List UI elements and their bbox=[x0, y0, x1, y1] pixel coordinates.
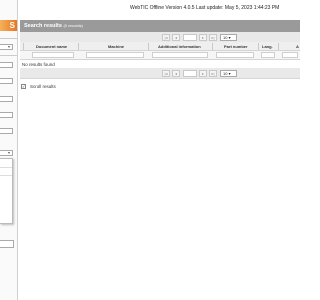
search-results-header: Search results (0 records) bbox=[20, 20, 300, 32]
last-page-button[interactable]: ▸| bbox=[209, 70, 217, 77]
app-header-title: WebTIC Offline Version 4.0.5 Last update… bbox=[130, 5, 280, 11]
sidebar-button[interactable] bbox=[0, 240, 14, 248]
results-count: (0 records) bbox=[63, 23, 83, 28]
brand-logo: S bbox=[0, 20, 17, 31]
column-additional-information[interactable]: Additional information bbox=[158, 44, 201, 49]
filter-extra[interactable] bbox=[282, 52, 298, 58]
page-number-input[interactable] bbox=[183, 34, 197, 41]
column-language[interactable]: Lang. bbox=[262, 44, 273, 49]
chevron-down-icon: ▾ bbox=[8, 150, 11, 155]
sidebar-divider bbox=[0, 55, 17, 56]
page-number-input[interactable] bbox=[183, 70, 197, 77]
pagination-bottom: |◂ ◂ ▸ ▸| 10 ▾ bbox=[20, 68, 300, 79]
chevron-down-icon: ▾ bbox=[8, 44, 11, 49]
scroll-results-label: Scroll results bbox=[30, 84, 56, 89]
column-separator bbox=[148, 43, 149, 50]
dropdown-option-divider bbox=[0, 167, 12, 168]
sidebar-input-2[interactable] bbox=[0, 78, 13, 84]
search-sidebar: S ▾ ▾ bbox=[0, 0, 18, 300]
results-filter-row bbox=[20, 51, 300, 60]
column-separator bbox=[212, 43, 213, 50]
filter-machine[interactable] bbox=[86, 52, 144, 58]
filter-document-name[interactable] bbox=[32, 52, 74, 58]
column-separator bbox=[278, 43, 279, 50]
column-machine[interactable]: Machine bbox=[108, 44, 124, 49]
sidebar-dropdown-list[interactable] bbox=[0, 158, 13, 224]
column-part-number[interactable]: Part number bbox=[224, 44, 248, 49]
sidebar-input-5[interactable] bbox=[0, 128, 13, 134]
sidebar-divider bbox=[0, 38, 17, 39]
page-size-select[interactable]: 10 ▾ bbox=[220, 70, 237, 77]
first-page-button[interactable]: |◂ bbox=[162, 70, 170, 77]
first-page-button[interactable]: |◂ bbox=[162, 34, 170, 41]
sidebar-input-1[interactable] bbox=[0, 62, 13, 68]
sidebar-input-3[interactable] bbox=[0, 96, 13, 102]
chevron-down-icon: ▾ bbox=[228, 35, 231, 40]
filter-part-number[interactable] bbox=[216, 52, 254, 58]
prev-page-button[interactable]: ◂ bbox=[172, 34, 180, 41]
page-size-select[interactable]: 10 ▾ bbox=[220, 34, 237, 41]
prev-page-button[interactable]: ◂ bbox=[172, 70, 180, 77]
chevron-down-icon: ▾ bbox=[228, 71, 231, 76]
column-separator bbox=[23, 43, 24, 50]
dropdown-option-divider bbox=[0, 175, 12, 176]
column-document-name[interactable]: Document name bbox=[36, 44, 67, 49]
filter-language[interactable] bbox=[261, 52, 275, 58]
sidebar-input-4[interactable] bbox=[0, 112, 13, 118]
column-extra[interactable]: A bbox=[296, 44, 299, 49]
sidebar-select-2[interactable]: ▾ bbox=[0, 150, 13, 156]
last-page-button[interactable]: ▸| bbox=[209, 34, 217, 41]
next-page-button[interactable]: ▸ bbox=[199, 34, 207, 41]
next-page-button[interactable]: ▸ bbox=[199, 70, 207, 77]
sidebar-select-1[interactable]: ▾ bbox=[0, 44, 13, 50]
no-results-message: No results found bbox=[22, 62, 55, 67]
results-table-header: Document name Machine Additional informa… bbox=[20, 42, 300, 51]
column-separator bbox=[78, 43, 79, 50]
filter-additional-information[interactable] bbox=[152, 52, 208, 58]
search-results-title: Search results (0 records) bbox=[24, 23, 83, 29]
column-separator bbox=[258, 43, 259, 50]
scroll-results-checkbox[interactable]: ✓ bbox=[21, 84, 26, 89]
